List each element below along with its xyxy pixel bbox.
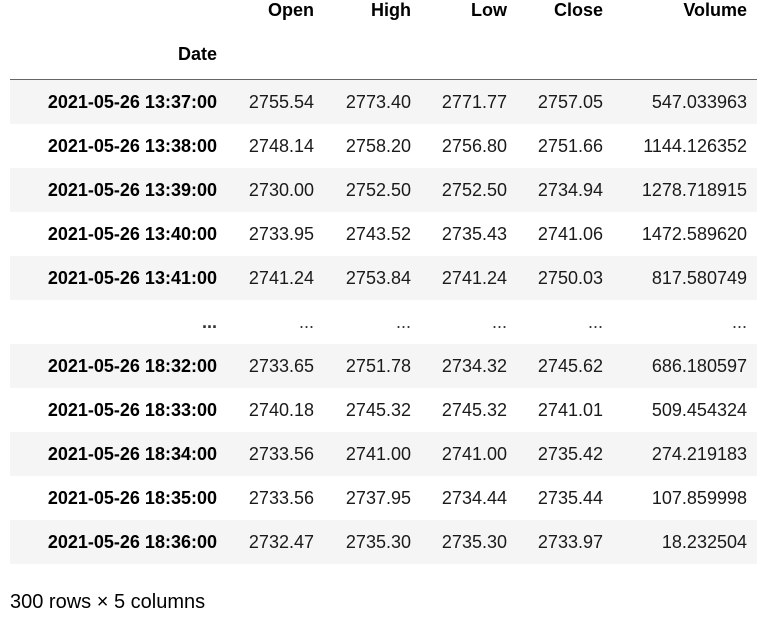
table-body: 2021-05-26 13:37:00 2755.54 2773.40 2771.77… <box>10 79 757 564</box>
cell-high: 2741.00 <box>345 443 411 464</box>
cell-volume: 1144.126352 <box>643 135 747 156</box>
cell-open: 2732.47 <box>248 531 314 552</box>
cell-close: 2757.05 <box>537 91 603 112</box>
cell-low: 2752.50 <box>441 179 507 200</box>
table-header: Open High Low Close Volume Date <box>10 0 757 80</box>
column-header-high: High <box>371 0 411 20</box>
row-index-cell: 2021-05-26 18:32:00 <box>47 355 217 376</box>
cell-close: 2741.06 <box>537 223 603 244</box>
row-index-cell: 2021-05-26 13:40:00 <box>47 223 217 244</box>
dataframe-output: Open High Low Close Volume Date 2021-05-… <box>10 0 757 564</box>
cell-volume: 686.180597 <box>651 355 747 376</box>
cell-open: 2748.14 <box>248 135 314 156</box>
index-corner-cell <box>10 0 227 28</box>
cell-low: 2741.00 <box>441 443 507 464</box>
cell-low: 2756.80 <box>441 135 507 156</box>
table-row: 2021-05-26 18:36:00 2732.47 2735.30 2735.30… <box>10 519 757 564</box>
ellipsis-row: .................. <box>10 300 757 344</box>
cell-open: 2733.56 <box>248 443 314 464</box>
cell-close: 2750.03 <box>537 267 603 288</box>
cell-low: 2735.30 <box>441 531 507 552</box>
cell-close: 2751.66 <box>537 135 603 156</box>
cell-open: 2755.54 <box>248 91 314 112</box>
cell-low: 2734.44 <box>441 487 507 508</box>
cell-close: 2745.62 <box>537 355 603 376</box>
table-row: 2021-05-26 18:33:00 2740.18 2745.32 2745.32… <box>10 388 757 432</box>
dataframe-table: Open High Low Close Volume Date 2021-05-… <box>10 0 757 564</box>
cell-volume: 274.219183 <box>651 443 747 464</box>
column-header-close: Close <box>553 0 603 20</box>
table-row: 2021-05-26 13:37:00 2755.54 2773.40 2771.77… <box>10 79 757 124</box>
cell-open: 2733.56 <box>248 487 314 508</box>
column-header-volume: Volume <box>683 0 747 20</box>
cell-low: 2735.43 <box>441 223 507 244</box>
cell-open: 2730.00 <box>248 179 314 200</box>
cell-low: 2745.32 <box>441 399 507 420</box>
cell-volume: 547.033963 <box>651 91 747 112</box>
cell-close: 2735.42 <box>537 443 603 464</box>
cell-high: 2743.52 <box>345 223 411 244</box>
cell-close: 2741.01 <box>537 399 603 420</box>
cell-open: 2741.24 <box>248 267 314 288</box>
row-index-cell: 2021-05-26 13:37:00 <box>47 91 217 112</box>
cell-high: 2735.30 <box>345 531 411 552</box>
cell-low: 2741.24 <box>441 267 507 288</box>
cell-close: 2733.97 <box>537 531 603 552</box>
cell-open: ... <box>298 311 314 332</box>
cell-high: 2752.50 <box>345 179 411 200</box>
cell-volume: ... <box>731 311 747 332</box>
cell-high: 2753.84 <box>345 267 411 288</box>
cell-close: 2735.44 <box>537 487 603 508</box>
cell-open: 2733.65 <box>248 355 314 376</box>
index-name-row: Date <box>10 28 757 80</box>
column-header-row: Open High Low Close Volume <box>10 0 757 28</box>
cell-open: 2733.95 <box>248 223 314 244</box>
table-row: 2021-05-26 13:39:00 2730.00 2752.50 2752.50… <box>10 167 757 212</box>
table-row: 2021-05-26 13:38:00 2748.14 2758.20 2756.80… <box>10 124 757 168</box>
cell-low: 2771.77 <box>441 91 507 112</box>
cell-open: 2740.18 <box>248 399 314 420</box>
cell-high: 2737.95 <box>345 487 411 508</box>
cell-close: 2734.94 <box>537 179 603 200</box>
cell-volume: 509.454324 <box>651 399 747 420</box>
table-row: 2021-05-26 13:41:00 2741.24 2753.84 2741.24… <box>10 255 757 300</box>
cell-high: 2773.40 <box>345 91 411 112</box>
table-row: 2021-05-26 18:34:00 2733.56 2741.00 2741.00… <box>10 431 757 476</box>
table-row: 2021-05-26 18:32:00 2733.65 2751.78 2734.32… <box>10 343 757 388</box>
cell-high: 2751.78 <box>345 355 411 376</box>
column-header-low: Low <box>471 0 507 20</box>
row-index-cell: 2021-05-26 18:35:00 <box>47 487 217 508</box>
table-row: 2021-05-26 18:35:00 2733.56 2737.95 2734.44… <box>10 476 757 520</box>
cell-low: 2734.32 <box>441 355 507 376</box>
cell-volume: 18.232504 <box>661 531 747 552</box>
cell-volume: 1278.718915 <box>641 179 747 200</box>
index-name-header: Date <box>177 43 217 64</box>
table-row: 2021-05-26 13:40:00 2733.95 2743.52 2735.43… <box>10 212 757 256</box>
cell-volume: 817.580749 <box>651 267 747 288</box>
cell-volume: 1472.589620 <box>641 223 747 244</box>
cell-low: ... <box>491 311 507 332</box>
cell-volume: 107.859998 <box>651 487 747 508</box>
cell-high: ... <box>395 311 411 332</box>
row-index-cell: 2021-05-26 18:36:00 <box>47 531 217 552</box>
column-header-open: Open <box>267 0 314 20</box>
row-index-cell: 2021-05-26 18:33:00 <box>47 399 217 420</box>
row-index-cell: 2021-05-26 13:41:00 <box>47 267 217 288</box>
cell-high: 2745.32 <box>345 399 411 420</box>
row-index-cell: ... <box>201 311 217 332</box>
dataframe-shape-note: 300 rows × 5 columns <box>10 591 206 613</box>
row-index-cell: 2021-05-26 13:38:00 <box>47 135 217 156</box>
cell-close: ... <box>587 311 603 332</box>
row-index-cell: 2021-05-26 18:34:00 <box>47 443 217 464</box>
cell-high: 2758.20 <box>345 135 411 156</box>
row-index-cell: 2021-05-26 13:39:00 <box>47 179 217 200</box>
